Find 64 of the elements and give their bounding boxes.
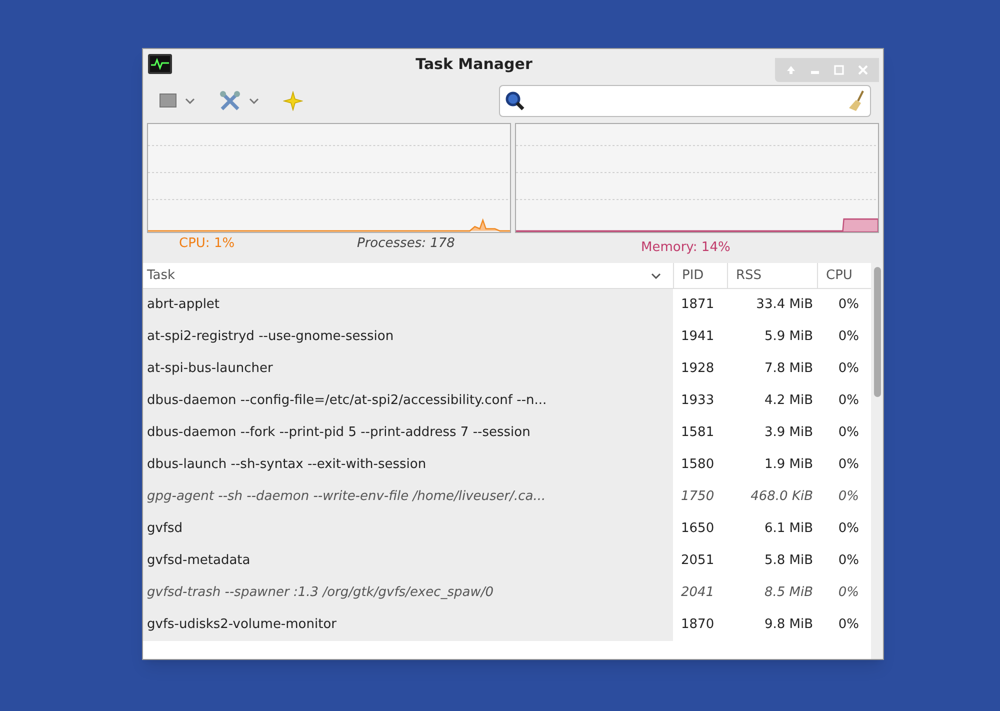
tools-icon — [219, 90, 241, 112]
rss-cell-text: 3.9 MiB — [763, 424, 814, 442]
pid-cell-text: 1750 — [680, 488, 716, 506]
rss-cell-text: 5.9 MiB — [763, 328, 814, 346]
pid-cell-text: 1928 — [680, 360, 716, 378]
process-count: Processes: 178 — [356, 235, 456, 254]
rss-cell-text: 6.1 MiB — [763, 520, 814, 538]
rss-cell-text: 33.4 MiB — [755, 296, 814, 314]
pid-cell-text: 1941 — [680, 328, 716, 346]
task-cell: dbus-daemon --fork --print-pid 5 --print-address 7 --session — [143, 417, 673, 449]
task-cell: gvfsd-metadata — [143, 545, 673, 577]
cpu-cell-text: 0% — [837, 488, 860, 506]
pid-cell-text: 2051 — [680, 552, 716, 570]
rss-cell-text: 8.5 MiB — [763, 584, 814, 602]
monitor-icon — [147, 53, 173, 75]
task-cell: dbus-daemon --config-file=/etc/at-spi2/accessibility.conf --n... — [143, 385, 673, 417]
pid-cell-text: 1581 — [680, 424, 716, 442]
caret-icon — [651, 272, 661, 278]
pid-cell-text: 1933 — [680, 392, 716, 410]
caret-icon — [185, 98, 195, 104]
rss-cell-text: 468.0 KiB — [750, 488, 814, 506]
pid-cell-text: 2041 — [680, 584, 716, 602]
pid-cell-text: 1870 — [680, 616, 716, 634]
maximize-button[interactable] — [831, 62, 847, 78]
pid-cell-text: 1580 — [680, 456, 716, 474]
minimize-icon — [811, 71, 819, 74]
task-cell: gvfs-udisks2-volume-monitor — [143, 609, 673, 641]
close-icon — [858, 65, 868, 75]
search-icon — [504, 90, 526, 112]
sparkle-icon — [283, 91, 303, 111]
rss-cell-text: 7.8 MiB — [763, 360, 814, 378]
cpu-label: CPU: 1% — [178, 235, 236, 254]
window-icon — [159, 93, 177, 109]
cpu-cell-text: 0% — [837, 296, 860, 314]
rss-cell-text: 5.8 MiB — [763, 552, 814, 570]
task-cell: dbus-launch --sh-syntax --exit-with-session — [143, 449, 673, 481]
task-cell: gvfsd — [143, 513, 673, 545]
task-cell: at-spi2-registryd --use-gnome-session — [143, 321, 673, 353]
cpu-cell-text: 0% — [837, 456, 860, 474]
up-arrow-icon — [786, 65, 796, 75]
pid-cell-text: 1871 — [680, 296, 716, 314]
memory-label: Memory: 14% — [640, 239, 730, 258]
task-cell: at-spi-bus-launcher — [143, 353, 673, 385]
cpu-cell-text: 0% — [837, 520, 860, 538]
cpu-cell-text: 0% — [837, 424, 860, 442]
scrollbar[interactable] — [871, 263, 883, 659]
cpu-cell-text: 0% — [837, 328, 860, 346]
task-cell: gvfsd-trash --spawner :1.3 /org/gtk/gvfs/exec_spaw/0 — [143, 577, 673, 609]
cpu-cell-text: 0% — [837, 616, 860, 634]
pid-cell-text: 1650 — [680, 520, 716, 538]
window-title: Task Manager — [414, 54, 534, 75]
broom-icon — [848, 90, 866, 112]
cpu-cell-text: 0% — [837, 584, 860, 602]
search-field[interactable] — [499, 85, 871, 117]
maximize-icon — [834, 65, 844, 75]
rss-cell-text: 9.8 MiB — [763, 616, 814, 634]
cpu-cell-text: 0% — [837, 392, 860, 410]
rss-cell-text: 4.2 MiB — [763, 392, 814, 410]
caret-icon — [249, 98, 259, 104]
task-cell: gpg-agent --sh --daemon --write-env-file /home/liveuser/.ca... — [143, 481, 673, 513]
rss-cell-text: 1.9 MiB — [763, 456, 814, 474]
cpu-cell-text: 0% — [837, 552, 860, 570]
task-cell: abrt-applet — [143, 289, 673, 321]
cpu-cell-text: 0% — [837, 360, 860, 378]
